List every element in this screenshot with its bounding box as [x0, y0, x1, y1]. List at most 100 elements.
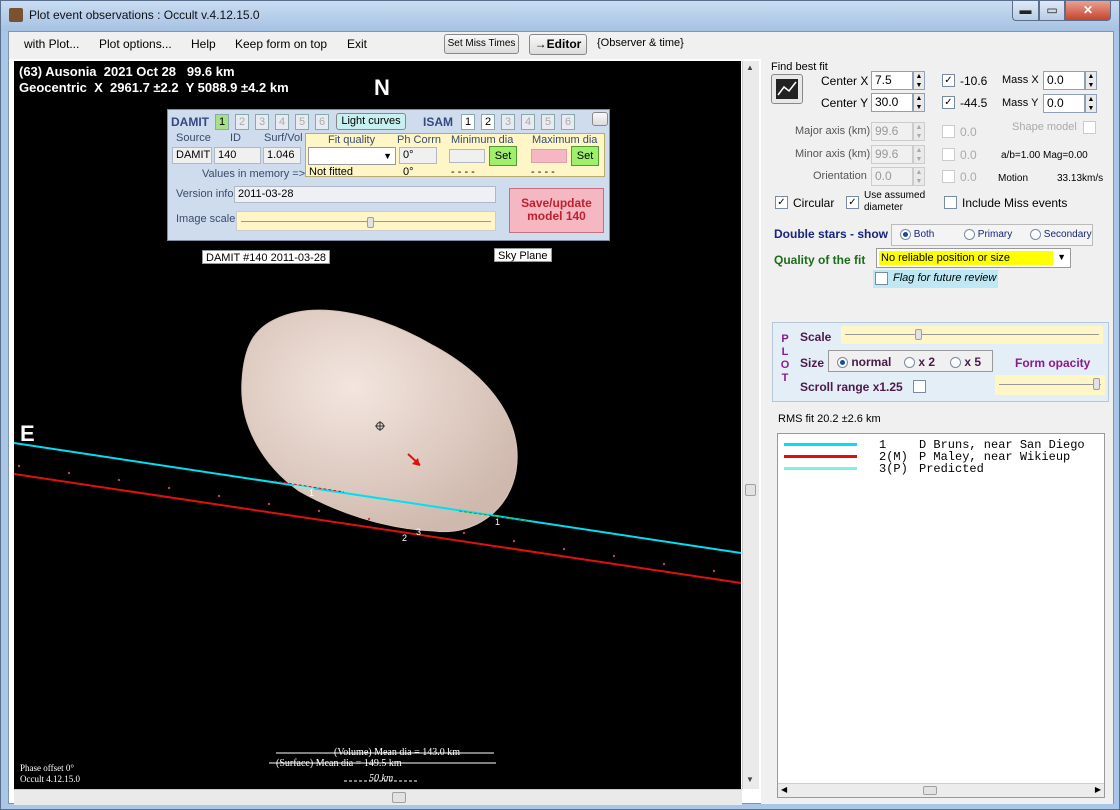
use-assumed-checkbox[interactable]: ✓ — [846, 196, 859, 209]
source-value: DAMIT — [172, 147, 212, 164]
damit-model-2[interactable]: 2 — [235, 114, 249, 130]
image-scale-thumb[interactable] — [367, 217, 374, 228]
isam-model-6[interactable]: 6 — [561, 114, 575, 130]
damit-model-tag: DAMIT #140 2011-03-28 — [202, 250, 331, 264]
both-radio[interactable]: Both — [900, 229, 934, 240]
size-label: Size — [800, 356, 825, 370]
isam-model-2[interactable]: 2 — [481, 114, 495, 130]
damit-model-1[interactable]: 1 — [215, 114, 229, 130]
legend-hscroll-thumb[interactable] — [923, 786, 937, 795]
center-y-label: Center Y — [821, 96, 869, 110]
size-x5-radio[interactable]: x 5 — [950, 355, 981, 369]
mass-y-input[interactable]: 0.0 — [1043, 94, 1085, 113]
damit-label: DAMIT — [171, 115, 209, 129]
menu-keep-on-top[interactable]: Keep form on top — [235, 37, 327, 51]
plot-horizontal-scrollbar[interactable] — [14, 789, 742, 805]
image-scale-slider[interactable] — [236, 211, 496, 231]
find-best-fit-button[interactable] — [771, 74, 803, 104]
isam-model-4[interactable]: 4 — [521, 114, 535, 130]
isam-model-1[interactable]: 1 — [461, 114, 475, 130]
values-in-memory-label: Values in memory => — [202, 168, 306, 180]
set-miss-times-button[interactable]: Set Miss Times — [444, 34, 519, 54]
scroll-range-checkbox[interactable] — [913, 380, 926, 393]
secondary-radio[interactable]: Secondary — [1030, 229, 1092, 240]
legend-row-3: 3(P) Predicted — [784, 462, 1104, 476]
menu-exit[interactable]: Exit — [347, 37, 367, 51]
damit-model-4[interactable]: 4 — [275, 114, 289, 130]
mass-y-spinner[interactable]: ▲ ▼ — [1085, 94, 1097, 113]
close-button[interactable]: ✕ — [1065, 1, 1111, 21]
center-x-input[interactable]: 7.5 — [871, 71, 913, 90]
editor-button[interactable]: →Editor — [529, 34, 587, 55]
form-opacity-thumb[interactable] — [1093, 378, 1100, 390]
mass-x-input[interactable]: 0.0 — [1043, 71, 1085, 90]
quality-fit-select[interactable]: No reliable position or size ▼ — [876, 248, 1071, 268]
size-normal-radio[interactable]: normal — [837, 355, 891, 369]
damit-model-6[interactable]: 6 — [315, 114, 329, 130]
maximize-button[interactable]: ▭ — [1039, 1, 1065, 21]
max-dia-set-button[interactable]: Set — [571, 146, 599, 166]
flag-review-label: Flag for future review — [893, 272, 997, 284]
mass-x-spinner[interactable]: ▲ ▼ — [1085, 71, 1097, 90]
legend-hscrollbar[interactable]: ◀ ▶ — [778, 783, 1104, 797]
isam-model-5[interactable]: 5 — [541, 114, 555, 130]
version-info-field[interactable]: 2011-03-28 — [234, 186, 496, 203]
window-title: Plot event observations : Occult v.4.12.… — [29, 8, 260, 22]
save-update-model-button[interactable]: Save/update model 140 — [509, 188, 604, 233]
center-x-spinner[interactable]: ▲ ▼ — [913, 71, 925, 90]
observer-legend[interactable]: 1 D Bruns, near San Diego 2(M) P Maley, … — [777, 433, 1105, 798]
include-miss-checkbox[interactable] — [944, 196, 957, 209]
scale-label: Scale — [800, 330, 832, 344]
center-y-spinner[interactable]: ▲ ▼ — [913, 93, 925, 112]
right-panel: Find best fit Center X 7.5 ▲ ▼ Center Y 3… — [761, 59, 1113, 804]
max-dia-value — [531, 149, 567, 163]
chord-label-2: 2 — [402, 533, 408, 543]
plot-vertical-scrollbar[interactable]: ▲ ▼ — [742, 61, 759, 789]
size-x2-radio[interactable]: x 2 — [904, 355, 935, 369]
center-y-input[interactable]: 30.0 — [871, 93, 913, 112]
scale-thumb[interactable] — [915, 329, 922, 340]
minor-axis-spinner[interactable]: ▲ ▼ — [913, 145, 925, 164]
damit-panel-toggle[interactable] — [592, 112, 608, 126]
orientation-spinner[interactable]: ▲ ▼ — [913, 167, 925, 186]
minor-axis-input[interactable]: 99.6 — [871, 145, 913, 164]
center-x-fit-checkbox[interactable]: ✓ — [942, 74, 955, 87]
motion-label: Motion — [998, 173, 1029, 184]
scale-slider[interactable] — [841, 326, 1103, 344]
menu-bar: with Plot... Plot options... Help Keep f… — [9, 32, 1113, 59]
menu-with-plot[interactable]: with Plot... — [24, 37, 79, 51]
major-axis-checkbox[interactable] — [942, 125, 955, 138]
orientation-input[interactable]: 0.0 — [871, 167, 913, 186]
circular-checkbox[interactable]: ✓ — [775, 196, 788, 209]
flag-review-checkbox[interactable] — [875, 272, 888, 285]
minor-axis-checkbox[interactable] — [942, 148, 955, 161]
sky-plane-tag: Sky Plane — [494, 248, 552, 262]
menu-plot-options[interactable]: Plot options... — [99, 37, 172, 51]
vscroll-thumb[interactable] — [745, 484, 756, 496]
fit-quality-select[interactable]: ▼ — [308, 147, 396, 165]
use-assumed-label: Use assumed diameter — [864, 190, 926, 213]
orientation-checkbox[interactable] — [942, 170, 955, 183]
plot-area[interactable]: (63) Ausonia 2021 Oct 28 99.6 km Geocent… — [14, 61, 741, 789]
chord-label-1a: 1 — [309, 488, 315, 498]
light-curves-button[interactable]: Light curves — [336, 113, 406, 130]
damit-model-5[interactable]: 5 — [295, 114, 309, 130]
min-dia-set-button[interactable]: Set — [489, 146, 517, 166]
damit-model-3[interactable]: 3 — [255, 114, 269, 130]
major-axis-spinner[interactable]: ▲ ▼ — [913, 122, 925, 141]
major-axis-label: Major axis (km) — [795, 125, 871, 137]
rms-fit-label: RMS fit 20.2 ±2.6 km — [778, 413, 881, 425]
primary-radio[interactable]: Primary — [964, 229, 1012, 240]
surfvol-value: 1.046 — [263, 147, 301, 164]
menu-help[interactable]: Help — [191, 37, 216, 51]
shape-model-label: Shape model — [1012, 121, 1077, 133]
form-opacity-slider[interactable] — [995, 375, 1105, 395]
minimize-button[interactable]: ▬ — [1012, 1, 1039, 21]
major-axis-input[interactable]: 99.6 — [871, 122, 913, 141]
isam-model-3[interactable]: 3 — [501, 114, 515, 130]
shape-model-checkbox[interactable] — [1083, 121, 1096, 134]
center-y-fit-checkbox[interactable]: ✓ — [942, 96, 955, 109]
hscroll-thumb[interactable] — [392, 792, 406, 803]
fit-quality-box: Fit quality Ph Corrn Minimum dia Maximum… — [305, 133, 605, 178]
phase-offset-label: Phase offset 0° — [20, 763, 74, 773]
